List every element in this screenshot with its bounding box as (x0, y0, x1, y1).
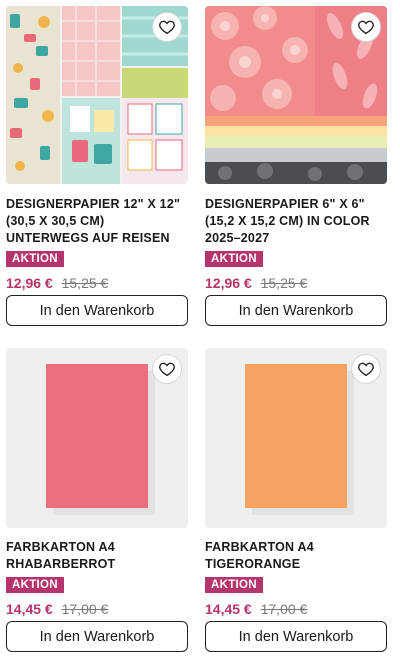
sale-price: 14,45 € (205, 601, 252, 617)
add-to-cart-button[interactable]: In den Warenkorb (205, 295, 387, 326)
price-row: 14,45 € 17,00 € (6, 601, 188, 617)
original-price: 17,00 € (61, 601, 109, 617)
heart-icon (159, 20, 175, 35)
original-price: 15,25 € (260, 275, 308, 291)
sale-price: 12,96 € (6, 275, 53, 291)
product-image[interactable] (6, 6, 188, 184)
favorite-button[interactable] (152, 12, 182, 42)
add-to-cart-button[interactable]: In den Warenkorb (205, 621, 387, 652)
product-card[interactable]: Designerpapier 12" x 12" (30,5 x 30,5 cm… (6, 6, 188, 326)
product-image[interactable] (205, 6, 387, 184)
original-price: 17,00 € (260, 601, 308, 617)
heart-icon (159, 362, 175, 377)
add-to-cart-button[interactable]: In den Warenkorb (6, 621, 188, 652)
product-card[interactable]: Designerpapier 6" x 6" (15,2 x 15,2 cm) … (205, 6, 387, 326)
price-row: 14,45 € 17,00 € (205, 601, 387, 617)
favorite-button[interactable] (351, 354, 381, 384)
sale-badge: AKTION (6, 251, 64, 267)
sale-badge: AKTION (205, 251, 263, 267)
price-row: 12,96 € 15,25 € (6, 275, 188, 291)
price-row: 12,96 € 15,25 € (205, 275, 387, 291)
product-card[interactable]: Farbkarton A4 Rhabarberrot AKTION 14,45 … (6, 348, 188, 652)
favorite-button[interactable] (152, 354, 182, 384)
product-image[interactable] (205, 348, 387, 528)
product-title[interactable]: Farbkarton A4 Rhabarberrot (6, 539, 188, 573)
heart-icon (358, 362, 374, 377)
product-title[interactable]: Designerpapier 12" x 12" (30,5 x 30,5 cm… (6, 196, 188, 247)
product-card[interactable]: Farbkarton A4 Tigerorange AKTION 14,45 €… (205, 348, 387, 652)
heart-icon (358, 20, 374, 35)
original-price: 15,25 € (61, 275, 109, 291)
product-title[interactable]: Farbkarton A4 Tigerorange (205, 539, 387, 573)
add-to-cart-button[interactable]: In den Warenkorb (6, 295, 188, 326)
product-title[interactable]: Designerpapier 6" x 6" (15,2 x 15,2 cm) … (205, 196, 387, 247)
sale-badge: AKTION (6, 577, 64, 593)
sale-price: 14,45 € (6, 601, 53, 617)
sale-badge: AKTION (205, 577, 263, 593)
sale-price: 12,96 € (205, 275, 252, 291)
product-image[interactable] (6, 348, 188, 528)
favorite-button[interactable] (351, 12, 381, 42)
